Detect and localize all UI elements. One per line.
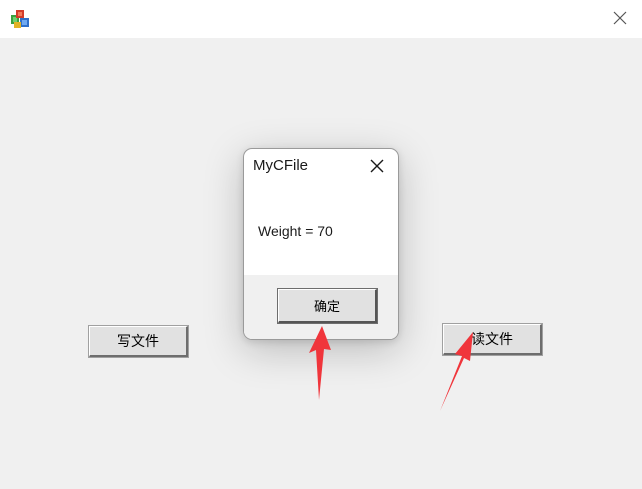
read-file-button-label: 读文件 <box>471 332 513 348</box>
close-icon <box>613 10 627 29</box>
dialog-title: MyCFile <box>253 157 308 174</box>
read-file-button[interactable]: 读文件 <box>442 323 543 356</box>
close-icon <box>370 158 384 177</box>
app-blocks-icon <box>10 9 30 29</box>
window-close-button[interactable] <box>602 4 638 34</box>
dialog-message: Weight = 70 <box>258 223 333 239</box>
write-file-button-label: 写文件 <box>117 334 159 350</box>
dialog-close-button[interactable] <box>366 156 388 178</box>
ok-button-label: 确定 <box>313 300 340 315</box>
message-box-dialog: MyCFile Weight = 70 确定 <box>243 148 399 340</box>
write-file-button[interactable]: 写文件 <box>88 325 189 358</box>
title-bar[interactable] <box>0 0 642 38</box>
app-window: 写文件 读文件 MyCFile Weight = 70 确定 <box>0 0 642 489</box>
ok-button[interactable]: 确定 <box>277 288 378 324</box>
